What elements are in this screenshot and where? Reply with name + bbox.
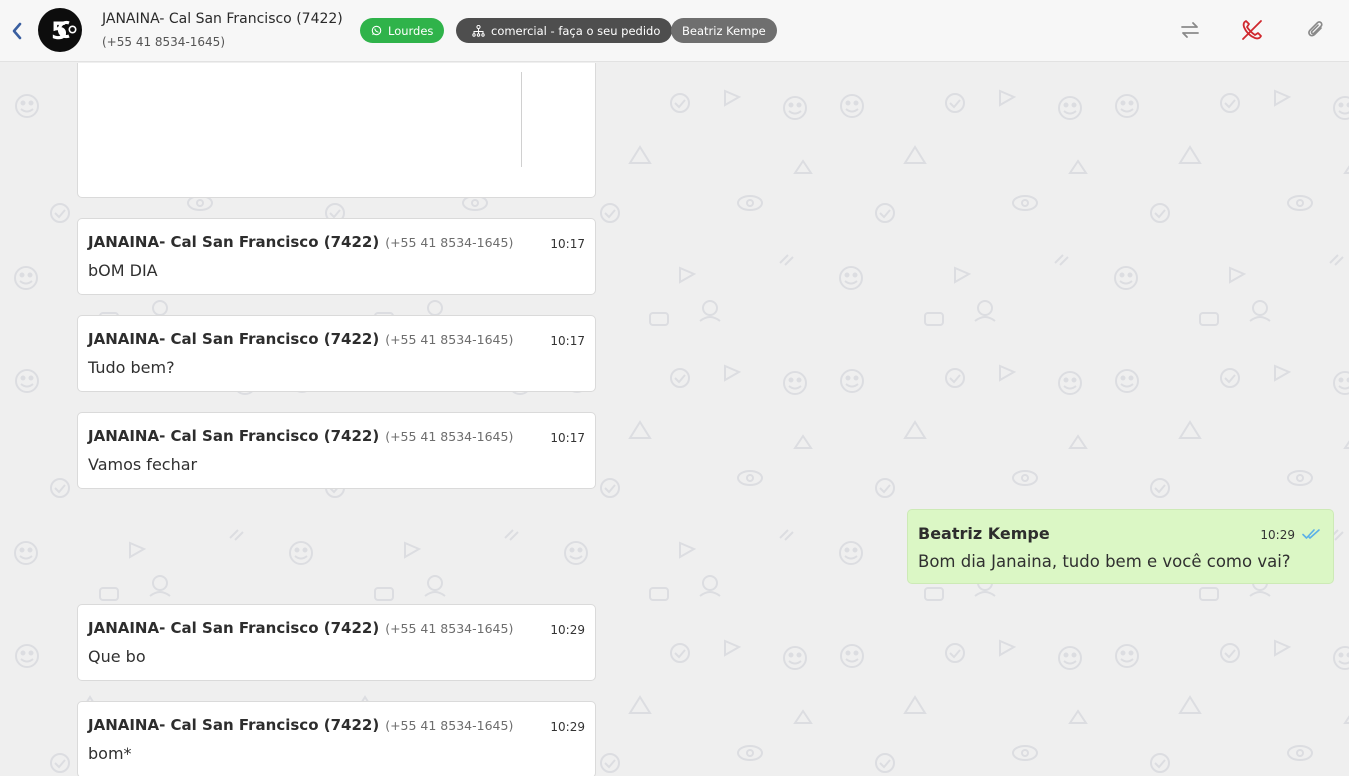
message-time: 10:29 xyxy=(550,623,585,637)
message-text: bom* xyxy=(88,744,132,763)
message-text: Bom dia Janaina, tudo bem e você como va… xyxy=(918,552,1291,571)
contact-phone: (+55 41 8534-1645) xyxy=(102,35,225,49)
avatar[interactable]: 5 xyxy=(38,8,82,52)
incoming-message[interactable]: JANAINA- Cal San Francisco (7422) (+55 4… xyxy=(77,218,596,295)
message-time: 10:29 xyxy=(1260,528,1295,542)
end-call-button[interactable] xyxy=(1239,17,1265,43)
message-sender-phone: (+55 41 8534-1645) xyxy=(385,332,514,347)
message-sender: JANAINA- Cal San Francisco (7422) xyxy=(88,233,380,251)
message-header: JANAINA- Cal San Francisco (7422) (+55 4… xyxy=(88,233,513,251)
document-preview-edge xyxy=(521,72,522,167)
incoming-message[interactable]: JANAINA- Cal San Francisco (7422) (+55 4… xyxy=(77,604,596,681)
double-check-icon xyxy=(1302,529,1320,539)
back-button[interactable] xyxy=(8,20,26,42)
message-time: 10:17 xyxy=(550,334,585,348)
phone-hangup-icon xyxy=(1242,20,1262,40)
attachment-preview-bubble[interactable] xyxy=(77,63,596,198)
queue-tag-label: comercial - faça o seu pedido xyxy=(491,23,661,38)
transfer-button[interactable] xyxy=(1177,17,1203,43)
channel-tag[interactable]: Lourdes xyxy=(360,18,445,43)
chat-header: 5 JANAINA- Cal San Francisco (7422) (+55… xyxy=(0,0,1349,62)
message-time: 10:17 xyxy=(550,431,585,445)
chevron-left-icon xyxy=(12,22,22,40)
outgoing-message[interactable]: Beatriz Kempe 10:29 Bom dia Janaina, tud… xyxy=(907,509,1334,584)
message-sender: JANAINA- Cal San Francisco (7422) xyxy=(88,427,380,445)
message-sender-phone: (+55 41 8534-1645) xyxy=(385,235,514,250)
whatsapp-icon xyxy=(371,25,382,36)
incoming-message[interactable]: JANAINA- Cal San Francisco (7422) (+55 4… xyxy=(77,701,596,776)
message-sender: Beatriz Kempe xyxy=(918,524,1050,543)
message-header: JANAINA- Cal San Francisco (7422) (+55 4… xyxy=(88,619,513,637)
message-sender: JANAINA- Cal San Francisco (7422) xyxy=(88,716,380,734)
attach-button[interactable] xyxy=(1303,17,1329,43)
message-header: JANAINA- Cal San Francisco (7422) (+55 4… xyxy=(88,427,513,445)
message-sender: JANAINA- Cal San Francisco (7422) xyxy=(88,330,380,348)
queue-tag[interactable]: comercial - faça o seu pedido xyxy=(456,18,673,43)
transfer-arrows-icon xyxy=(1181,22,1199,38)
message-time: 10:29 xyxy=(550,720,585,734)
message-sender-phone: (+55 41 8534-1645) xyxy=(385,718,514,733)
message-time: 10:17 xyxy=(550,237,585,251)
message-header: JANAINA- Cal San Francisco (7422) (+55 4… xyxy=(88,716,513,734)
chat-area[interactable]: JANAINA- Cal San Francisco (7422) (+55 4… xyxy=(0,63,1349,776)
message-header: JANAINA- Cal San Francisco (7422) (+55 4… xyxy=(88,330,513,348)
contact-name: JANAINA- Cal San Francisco (7422) xyxy=(102,11,343,27)
message-header: Beatriz Kempe xyxy=(918,524,1050,543)
message-sender-phone: (+55 41 8534-1645) xyxy=(385,429,514,444)
sitemap-icon xyxy=(472,24,485,37)
message-text: bOM DIA xyxy=(88,261,158,280)
channel-tag-label: Lourdes xyxy=(388,23,434,38)
incoming-message[interactable]: JANAINA- Cal San Francisco (7422) (+55 4… xyxy=(77,412,596,489)
message-sender: JANAINA- Cal San Francisco (7422) xyxy=(88,619,380,637)
message-text: Que bo xyxy=(88,647,146,666)
paperclip-icon xyxy=(1308,21,1323,37)
message-sender-phone: (+55 41 8534-1645) xyxy=(385,621,514,636)
message-text: Tudo bem? xyxy=(88,358,175,377)
logo-icon: 5 xyxy=(51,17,77,45)
assigned-user-tag[interactable]: Beatriz Kempe xyxy=(671,18,777,43)
assigned-user-label: Beatriz Kempe xyxy=(682,23,766,38)
message-text: Vamos fechar xyxy=(88,455,198,474)
incoming-message[interactable]: JANAINA- Cal San Francisco (7422) (+55 4… xyxy=(77,315,596,392)
